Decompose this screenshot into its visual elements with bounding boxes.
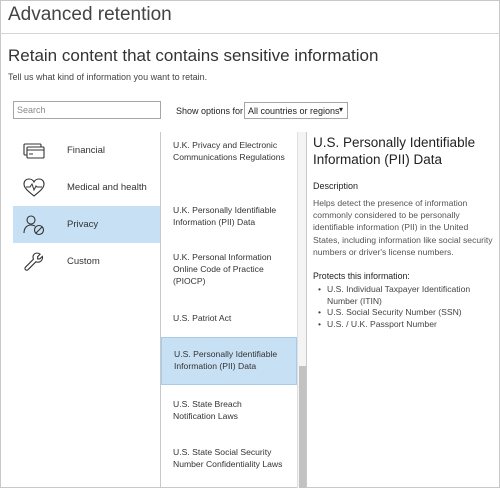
category-label: Custom [67,256,100,267]
window-title: Advanced retention [8,4,172,25]
regulation-item[interactable]: U.K. Privacy and Electronic Communicatio… [161,139,297,163]
category-label: Privacy [67,219,99,230]
category-item-custom[interactable]: Custom [13,243,160,280]
regulation-item[interactable]: U.S. State Social Security Number Confid… [161,446,297,470]
page-heading: Retain content that contains sensitive i… [8,46,379,65]
regulation-item[interactable]: U.K. Personal Information Online Code of… [161,251,297,287]
country-region-select-value: All countries or regions [248,106,340,116]
protects-list: U.S. Individual Taxpayer Identification … [313,284,493,330]
regulation-scrollbar[interactable] [297,132,306,488]
category-item-medical[interactable]: Medical and health [13,169,160,206]
filter-label: Show options for [176,106,244,116]
category-item-financial[interactable]: Financial [13,132,160,169]
regulation-item[interactable]: U.S. Patriot Act [161,312,297,324]
category-label: Medical and health [67,182,147,193]
regulation-item[interactable]: U.K. Personally Identifiable Information… [161,204,297,228]
regulation-list[interactable]: U.K. Privacy and Electronic Communicatio… [161,132,297,488]
protects-item: U.S. Social Security Number (SSN) [313,307,493,319]
description-text: Helps detect the presence of information… [313,198,493,257]
category-item-privacy[interactable]: Privacy [13,206,160,243]
title-divider [0,33,500,34]
description-heading: Description [313,181,359,191]
scrollbar-thumb[interactable] [299,366,306,488]
wrench-icon [23,251,45,273]
credit-card-icon [23,140,45,162]
pane-divider [306,132,307,488]
dropdown-arrow-icon: ▾ [338,105,343,114]
protects-heading: Protects this information: [313,271,410,282]
country-region-select[interactable]: All countries or regions ▾ [244,102,348,119]
category-list: Financial Medical and health Privacy Cus… [13,132,160,280]
heart-pulse-icon [23,177,45,199]
regulation-item-selected[interactable]: U.S. Personally Identifiable Information… [161,337,297,385]
protects-item: U.S. / U.K. Passport Number [313,319,493,331]
page-subheading: Tell us what kind of information you wan… [8,72,208,82]
category-label: Financial [67,145,106,156]
search-input[interactable] [13,101,161,119]
regulation-item[interactable]: U.S. State Breach Notification Laws [161,398,297,422]
detail-title: U.S. Personally Identifiable Information… [313,135,476,167]
user-block-icon [23,214,45,236]
detail-pane: U.S. Personally Identifiable Information… [313,134,493,330]
protects-item: U.S. Individual Taxpayer Identification … [313,284,493,307]
